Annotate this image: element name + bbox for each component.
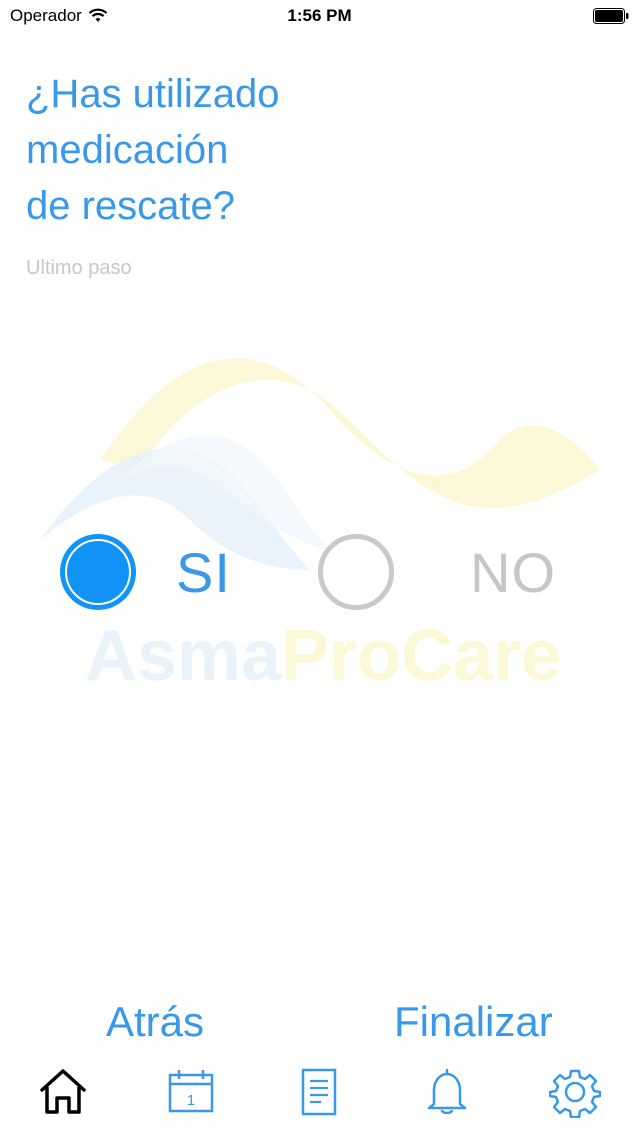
- bell-icon: [427, 1068, 467, 1115]
- tab-settings[interactable]: [545, 1062, 605, 1122]
- finish-button[interactable]: Finalizar: [394, 998, 553, 1046]
- title-line-1: ¿Has utilizado: [26, 72, 280, 116]
- brand-watermark-logo: AsmaProCare: [40, 358, 600, 696]
- tab-documents[interactable]: [289, 1062, 349, 1122]
- radio-yes-selected[interactable]: [60, 534, 136, 610]
- watermark-brand-part2: ProCare: [281, 616, 561, 696]
- option-no[interactable]: NO: [318, 534, 556, 610]
- title-line-2: medicación: [26, 128, 229, 172]
- tab-notifications[interactable]: [417, 1062, 477, 1122]
- step-label: Ultimo paso: [26, 257, 132, 279]
- calendar-badge: 1: [187, 1092, 195, 1109]
- home-icon: [40, 1069, 86, 1114]
- watermark-brand-part1: Asma: [85, 616, 282, 696]
- option-yes[interactable]: SI: [60, 534, 231, 610]
- document-icon: [301, 1068, 337, 1116]
- status-bar: Operador 1:56 PM: [0, 0, 639, 34]
- radio-no-unselected[interactable]: [318, 534, 394, 610]
- calendar-icon: 1: [168, 1070, 214, 1113]
- tab-home[interactable]: [33, 1062, 93, 1122]
- tab-bar: 1: [0, 1052, 639, 1136]
- title-line-3: de rescate?: [26, 184, 236, 228]
- gear-icon: [549, 1069, 601, 1118]
- option-yes-label: SI: [176, 540, 231, 604]
- watermark-text: AsmaProCare: [85, 616, 561, 696]
- option-no-label: NO: [470, 540, 556, 604]
- clock: 1:56 PM: [287, 6, 352, 25]
- battery-icon: [593, 8, 629, 24]
- tab-calendar[interactable]: 1: [161, 1062, 221, 1122]
- page-title: ¿Has utilizado medicación de rescate?: [26, 66, 586, 234]
- back-button[interactable]: Atrás: [106, 998, 204, 1046]
